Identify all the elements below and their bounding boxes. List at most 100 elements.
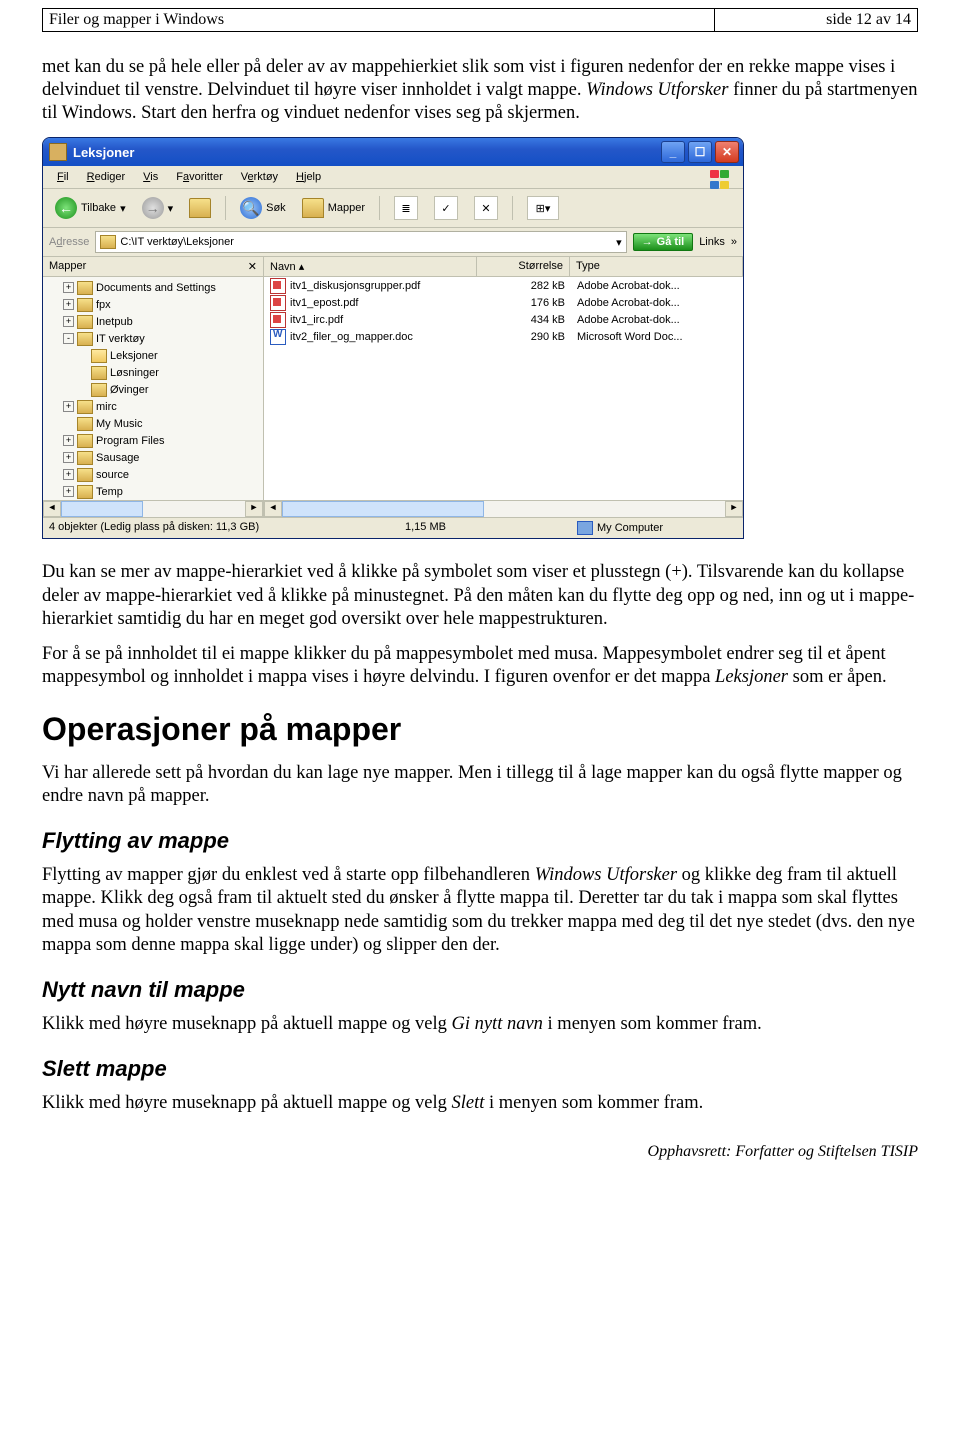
column-name[interactable]: Navn ▴ [264, 257, 477, 276]
column-size[interactable]: Størrelse [477, 257, 570, 276]
windows-logo-icon [709, 169, 737, 191]
go-button[interactable]: → Gå til [633, 233, 694, 251]
file-type: Adobe Acrobat-dok... [571, 280, 743, 292]
search-button[interactable]: 🔍 Søk [234, 194, 292, 222]
horizontal-scrollbar[interactable]: ◄► [43, 500, 263, 517]
pdf-icon [270, 312, 286, 328]
menu-file[interactable]: Fil [49, 169, 77, 185]
file-size: 176 kB [479, 297, 571, 309]
tree-item[interactable]: + Inetpub [63, 313, 263, 330]
folders-button[interactable]: Mapper [296, 195, 371, 221]
tree-item[interactable]: + Temp [63, 483, 263, 500]
toolbar-btn-a[interactable]: ≣ [388, 193, 424, 223]
folder-icon [91, 349, 107, 363]
address-value: C:\IT verktøy\Leksjoner [120, 236, 234, 248]
tree-item[interactable]: My Music [63, 415, 263, 432]
chevron-down-icon: ▾ [120, 202, 126, 215]
pdf-icon [270, 295, 286, 311]
tree-item[interactable]: +Program Files [63, 432, 263, 449]
intro-paragraph: met kan du se på hele eller på deler av … [42, 56, 918, 125]
file-row[interactable]: itv1_irc.pdf434 kBAdobe Acrobat-dok... [264, 311, 743, 328]
toolbar-btn-c[interactable]: ✕ [468, 193, 504, 223]
menubar: Fil Rediger Vis Favoritter Verktøy Hjelp [43, 166, 743, 189]
file-row[interactable]: itv1_epost.pdf176 kBAdobe Acrobat-dok... [264, 294, 743, 311]
address-field[interactable]: C:\IT verktøy\Leksjoner ▾ [95, 231, 626, 253]
chevron-down-icon[interactable]: ▾ [616, 236, 622, 249]
back-button[interactable]: ← Tilbake ▾ [49, 194, 132, 222]
tree-item-label: My Music [96, 418, 142, 430]
window-titlebar[interactable]: Leksjoner _ ☐ ✕ [43, 138, 743, 166]
column-type[interactable]: Type [570, 257, 743, 276]
up-folder-icon [189, 198, 211, 218]
menu-view[interactable]: Vis [135, 169, 166, 185]
tree-item[interactable]: +Documents and Settings [63, 279, 263, 296]
folder-icon [77, 468, 93, 482]
folder-icon [91, 366, 107, 380]
tree-item[interactable]: Leksjoner [77, 347, 263, 364]
minimize-button[interactable]: _ [661, 141, 685, 163]
folder-icon [77, 315, 93, 329]
tree-item-label: Inetpub [96, 316, 133, 328]
close-pane-button[interactable]: ✕ [248, 260, 257, 273]
folder-icon [91, 383, 107, 397]
tree-item-label: Temp [96, 486, 123, 498]
expand-icon[interactable]: + [63, 282, 74, 293]
file-row[interactable]: itv2_filer_og_mapper.doc290 kBMicrosoft … [264, 328, 743, 345]
menu-tools[interactable]: Verktøy [233, 169, 286, 185]
heading-operations: Operasjoner på mapper [42, 711, 918, 748]
expand-icon[interactable]: + [63, 452, 74, 463]
chevron-expand-icon[interactable]: » [731, 236, 737, 248]
tree-item[interactable]: + source [63, 466, 263, 483]
expand-icon[interactable]: + [63, 401, 74, 412]
tree-item[interactable]: +Sausage [63, 449, 263, 466]
menu-favorites[interactable]: Favoritter [168, 169, 230, 185]
tree-item[interactable]: +fpx [63, 296, 263, 313]
folder-icon [77, 298, 93, 312]
file-type: Microsoft Word Doc... [571, 331, 743, 343]
expand-icon[interactable]: + [63, 469, 74, 480]
forward-arrow-icon: → [142, 197, 164, 219]
close-button[interactable]: ✕ [715, 141, 739, 163]
heading-rename-folder: Nytt navn til mappe [42, 977, 918, 1003]
go-arrow-icon: → [642, 236, 653, 248]
expand-icon[interactable]: + [63, 299, 74, 310]
menu-edit[interactable]: Rediger [79, 169, 134, 185]
file-row[interactable]: itv1_diskusjonsgrupper.pdf282 kBAdobe Ac… [264, 277, 743, 294]
file-size: 290 kB [479, 331, 571, 343]
up-button[interactable] [183, 195, 217, 221]
tree-item[interactable]: Løsninger [77, 364, 263, 381]
tree-item[interactable]: -IT verktøy [63, 330, 263, 347]
maximize-button[interactable]: ☐ [688, 141, 712, 163]
folder-icon [77, 451, 93, 465]
folder-icon [77, 400, 93, 414]
page-indicator: side 12 av 14 [715, 9, 917, 31]
forward-button[interactable]: → ▾ [136, 194, 180, 222]
status-objects: 4 objekter (Ledig plass på disken: 11,3 … [49, 521, 393, 535]
toolbar-views-button[interactable]: ⊞▾ [521, 193, 565, 223]
paragraph-move-folder: Flytting av mapper gjør du enklest ved å… [42, 864, 918, 957]
expand-icon[interactable]: + [63, 486, 74, 497]
word-icon [270, 329, 286, 345]
heading-move-folder: Flytting av mappe [42, 828, 918, 854]
address-bar: Adresse C:\IT verktøy\Leksjoner ▾ → Gå t… [43, 228, 743, 257]
computer-icon [577, 521, 593, 535]
folder-tree-pane: Mapper ✕ +Documents and Settings+fpx+Ine… [43, 257, 264, 517]
tree-item-label: source [96, 469, 129, 481]
tree-item[interactable]: + mirc [63, 398, 263, 415]
expand-icon[interactable]: + [63, 316, 74, 327]
folders-icon [302, 198, 324, 218]
status-location: My Computer [577, 521, 737, 535]
toolbar-btn-b[interactable]: ✓ [428, 193, 464, 223]
horizontal-scrollbar[interactable]: ◄► [264, 500, 743, 517]
tree-item-label: Øvinger [110, 384, 149, 396]
paragraph-open-folder: For å se på innholdet til ei mappe klikk… [42, 643, 918, 689]
file-size: 282 kB [479, 280, 571, 292]
menu-help[interactable]: Hjelp [288, 169, 329, 185]
collapse-icon[interactable]: - [63, 333, 74, 344]
file-name: itv1_irc.pdf [290, 314, 343, 326]
expand-icon[interactable]: + [63, 435, 74, 446]
links-label[interactable]: Links [699, 236, 725, 248]
tree-item[interactable]: Øvinger [77, 381, 263, 398]
explorer-screenshot: Leksjoner _ ☐ ✕ Fil Rediger Vis Favoritt… [42, 137, 918, 539]
tree-item-label: mirc [96, 401, 117, 413]
